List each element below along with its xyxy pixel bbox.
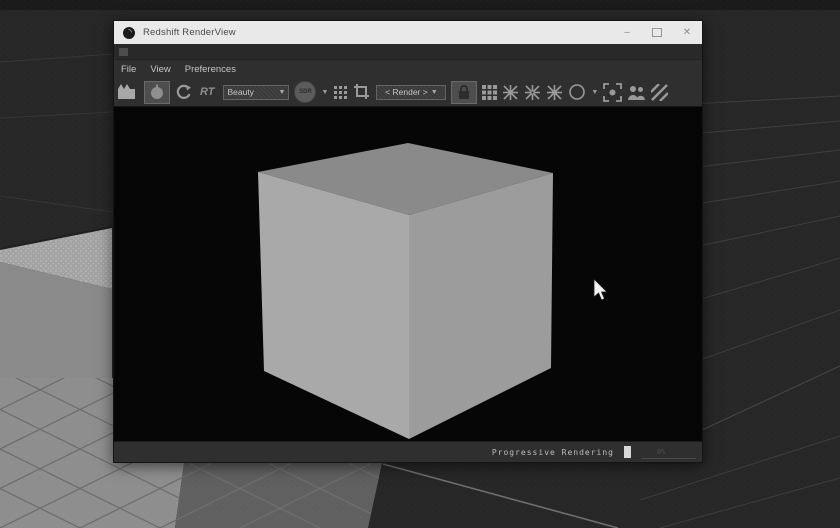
maximize-icon bbox=[652, 28, 662, 37]
minimize-button[interactable]: – bbox=[612, 21, 642, 44]
sampling-overlay-icon[interactable] bbox=[568, 83, 586, 101]
status-bar: Progressive Rendering 0% bbox=[114, 441, 702, 462]
chevron-down-icon[interactable]: ▼ bbox=[591, 89, 598, 96]
diagonal-stripes-icon[interactable] bbox=[651, 84, 668, 101]
maximize-button[interactable] bbox=[642, 21, 672, 44]
focus-region-icon[interactable] bbox=[603, 83, 622, 102]
render-camera-value: < Render > bbox=[385, 87, 428, 97]
rt-toggle[interactable]: RT bbox=[200, 86, 214, 98]
progress-percent: 0% bbox=[657, 448, 665, 456]
bucket-grid-icon[interactable] bbox=[482, 85, 497, 100]
snapshot-film-icon[interactable] bbox=[117, 83, 139, 101]
snapshot-load-icon[interactable] bbox=[546, 84, 563, 101]
dock-tab[interactable] bbox=[119, 48, 128, 56]
close-button[interactable]: ✕ bbox=[672, 21, 702, 44]
lock-view-button[interactable] bbox=[451, 81, 477, 104]
render-teapot-icon bbox=[148, 83, 166, 101]
chevron-down-icon[interactable]: ▼ bbox=[321, 89, 328, 96]
restart-render-icon[interactable] bbox=[175, 83, 193, 101]
window-title: Redshift RenderView bbox=[143, 27, 236, 38]
aov-dropdown-value: Beauty bbox=[227, 87, 253, 97]
people-icon[interactable] bbox=[627, 84, 646, 101]
rendered-cube bbox=[258, 143, 553, 439]
chevron-down-icon: ▼ bbox=[428, 89, 438, 96]
render-view[interactable] bbox=[114, 107, 702, 441]
aov-dropdown[interactable]: Beauty ▼ bbox=[223, 85, 289, 100]
rendered-image bbox=[114, 107, 702, 441]
cube-left-face bbox=[258, 172, 409, 439]
menu-preferences[interactable]: Preferences bbox=[185, 64, 236, 75]
snapshot-store-icon[interactable] bbox=[524, 84, 541, 101]
crop-region-icon[interactable] bbox=[353, 83, 371, 101]
render-camera-dropdown[interactable]: < Render > ▼ bbox=[376, 85, 446, 100]
redshift-renderview-window: Redshift RenderView – ✕ File View Prefer… bbox=[113, 20, 703, 463]
progress-indicator-block bbox=[624, 446, 631, 458]
tab-strip bbox=[114, 44, 702, 60]
menu-view[interactable]: View bbox=[150, 64, 170, 75]
sdr-display-button[interactable]: SDR bbox=[294, 81, 316, 103]
progressive-rendering-label: Progressive Rendering bbox=[492, 448, 614, 457]
chevron-down-icon: ▼ bbox=[276, 89, 286, 96]
cube-right-face bbox=[409, 173, 553, 439]
menu-file[interactable]: File bbox=[121, 64, 136, 75]
mouse-cursor bbox=[594, 279, 607, 300]
start-render-button[interactable] bbox=[144, 81, 170, 104]
toolbar: RT Beauty ▼ SDR ▼ < Rende bbox=[114, 78, 702, 107]
pixel-grid-icon[interactable] bbox=[333, 85, 348, 100]
title-bar[interactable]: Redshift RenderView – ✕ bbox=[114, 21, 702, 44]
lock-icon bbox=[457, 85, 471, 100]
menu-bar: File View Preferences bbox=[114, 60, 702, 78]
progress-bar: 0% bbox=[641, 446, 696, 459]
snapshot-compare-icon[interactable] bbox=[502, 84, 519, 101]
redshift-logo-icon bbox=[123, 27, 135, 39]
